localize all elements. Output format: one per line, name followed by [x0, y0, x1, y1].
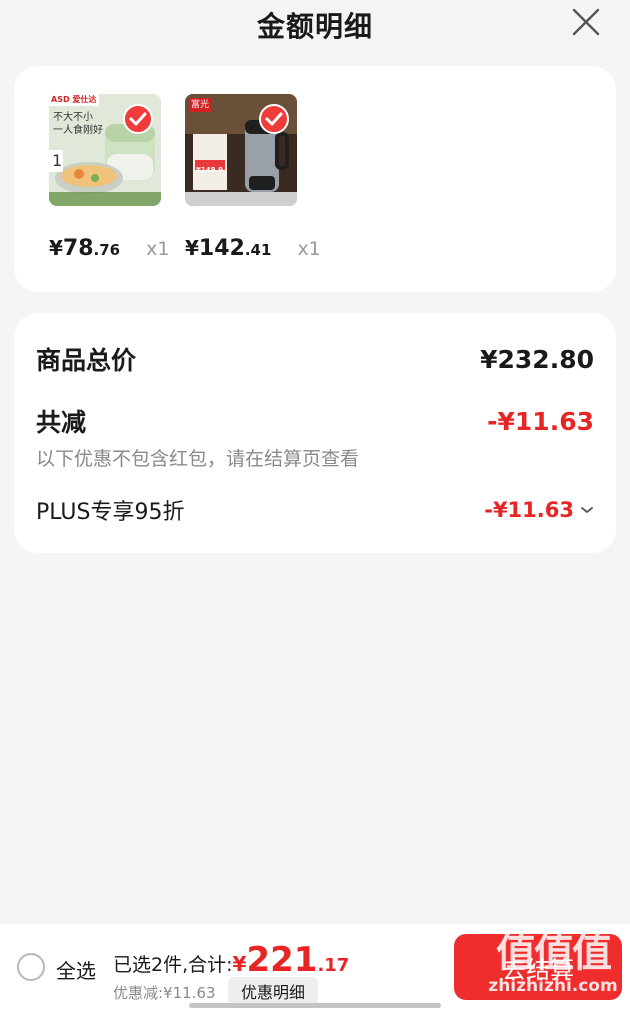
select-all-label[interactable]: 全选 — [56, 955, 96, 984]
select-all-radio[interactable] — [17, 953, 45, 981]
checkout-bar: 全选 已选2件,合计: ¥ 221 .17 优惠减:¥11.63 优惠明细 去结… — [0, 924, 630, 1009]
svg-text:1: 1 — [52, 151, 62, 170]
checked-icon[interactable] — [123, 104, 153, 134]
checked-icon[interactable] — [259, 104, 289, 134]
thumb-price: ¥149.9 — [196, 166, 224, 174]
brand-badge: ASD 爱仕达 — [51, 95, 97, 104]
total-amount: 221 — [246, 940, 318, 980]
brand-badge: 富光 — [189, 98, 211, 112]
reduce-row: 共减 -¥11.63 — [36, 403, 594, 439]
close-icon[interactable] — [572, 8, 600, 36]
product-item[interactable]: 1 ASD 爱仕达 不大不小 一人食刚好 ¥ 78 .76 x1 — [49, 94, 179, 261]
discount-detail-button[interactable]: 优惠明细 — [228, 977, 318, 1005]
product-price: ¥ 78 .76 x1 — [49, 236, 170, 261]
page-title: 金额明细 — [256, 10, 373, 43]
home-indicator — [189, 1003, 441, 1008]
reduce-value: -¥11.63 — [487, 406, 594, 436]
discount-note: 以下优惠不包含红包，请在结算页查看 — [36, 448, 360, 470]
product-item[interactable]: 富光 ¥149.9 ¥ 142 .41 x1 — [185, 94, 321, 261]
total-label: 商品总价 — [36, 346, 137, 375]
reduce-label: 共减 — [36, 408, 87, 437]
product-quantity: x1 — [146, 238, 170, 260]
total-value: ¥232.80 — [480, 344, 594, 374]
product-price: ¥ 142 .41 x1 — [185, 236, 321, 261]
chevron-down-icon[interactable] — [580, 505, 594, 515]
thumb-slogan: 一人食刚好 — [53, 125, 103, 136]
summary-card: 商品总价 ¥232.80 共减 -¥11.63 以下优惠不包含红包，请在结算页查… — [14, 313, 616, 553]
header: 金额明细 — [0, 0, 630, 50]
plus-label: PLUS专享95折 — [36, 500, 185, 525]
plus-value: -¥11.63 — [484, 498, 574, 522]
products-card: 1 ASD 爱仕达 不大不小 一人食刚好 ¥ 78 .76 x1 富光 ¥149… — [14, 66, 616, 292]
product-thumbnail: 富光 ¥149.9 — [185, 94, 297, 206]
product-thumbnail: 1 ASD 爱仕达 不大不小 一人食刚好 — [49, 94, 161, 206]
product-quantity: x1 — [297, 238, 321, 260]
discount-summary: 优惠减:¥11.63 — [113, 984, 216, 1002]
selected-total: 已选2件,合计: ¥ 221 .17 — [113, 940, 350, 980]
plus-discount-row[interactable]: PLUS专享95折 -¥11.63 — [36, 494, 594, 526]
checkout-button[interactable]: 去结算 — [454, 934, 622, 1000]
total-row: 商品总价 ¥232.80 — [36, 341, 594, 377]
